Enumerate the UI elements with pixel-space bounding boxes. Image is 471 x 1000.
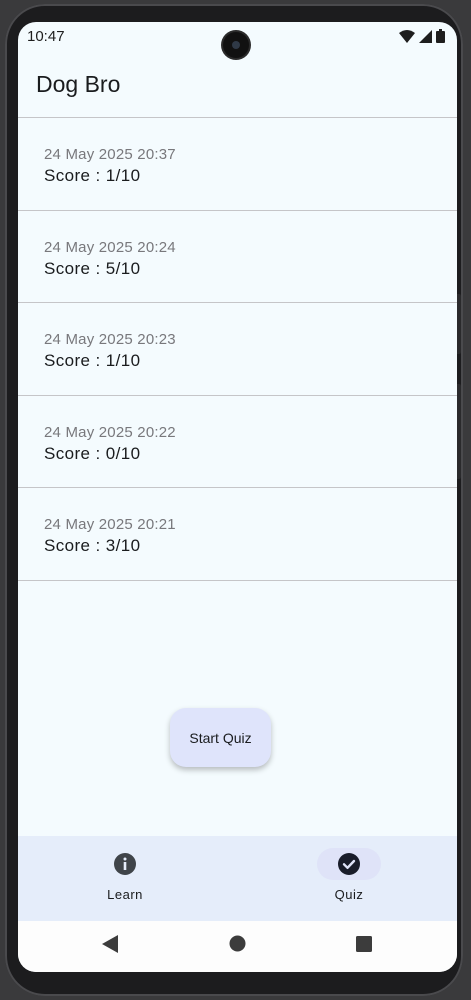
attempt-date: 24 May 2025 20:23	[44, 331, 176, 348]
status-icons	[399, 29, 445, 43]
start-quiz-button[interactable]: Start Quiz	[170, 708, 271, 767]
status-bar: 10:47	[18, 22, 457, 58]
list-item[interactable]: 24 May 2025 20:21 Score : 3/10	[18, 488, 457, 581]
bottom-navigation: Learn Quiz	[18, 836, 457, 921]
list-item[interactable]: 24 May 2025 20:37 Score : 1/10	[18, 118, 457, 211]
top-app-bar: Dog Bro	[18, 52, 457, 117]
nav-indicator	[93, 848, 157, 880]
nav-label-learn: Learn	[107, 887, 143, 902]
attempt-score: Score : 1/10	[44, 351, 141, 370]
system-navigation-bar	[18, 921, 457, 972]
list-item[interactable]: 24 May 2025 20:24 Score : 5/10	[18, 211, 457, 303]
nav-label-quiz: Quiz	[334, 887, 364, 902]
nav-indicator-active	[317, 848, 381, 880]
wifi-icon	[399, 29, 415, 43]
nav-item-quiz[interactable]: Quiz	[289, 836, 409, 921]
nav-item-learn[interactable]: Learn	[65, 836, 185, 921]
attempt-date: 24 May 2025 20:21	[44, 516, 176, 533]
attempt-date: 24 May 2025 20:22	[44, 423, 176, 441]
recents-icon[interactable]	[356, 936, 372, 952]
status-time: 10:47	[27, 28, 65, 45]
signal-icon	[419, 29, 432, 43]
attempt-score: Score : 0/10	[44, 443, 141, 463]
attempt-score: Score : 5/10	[44, 258, 141, 278]
attempt-date: 24 May 2025 20:37	[44, 146, 176, 163]
app-title: Dog Bro	[36, 71, 121, 97]
phone-screen: 10:47 Dog Bro 24 May 2025 20:37 Score : …	[18, 22, 457, 972]
info-icon	[114, 853, 136, 875]
quiz-history-list: 24 May 2025 20:37 Score : 1/10 24 May 20…	[18, 117, 457, 581]
attempt-score: Score : 3/10	[44, 536, 141, 555]
list-item[interactable]: 24 May 2025 20:23 Score : 1/10	[18, 303, 457, 396]
home-icon[interactable]	[229, 935, 246, 952]
battery-icon	[436, 29, 445, 43]
list-item[interactable]: 24 May 2025 20:22 Score : 0/10	[18, 396, 457, 488]
attempt-date: 24 May 2025 20:24	[44, 238, 176, 256]
attempt-score: Score : 1/10	[44, 166, 141, 185]
check-circle-icon	[338, 853, 360, 875]
back-icon[interactable]	[102, 935, 118, 953]
